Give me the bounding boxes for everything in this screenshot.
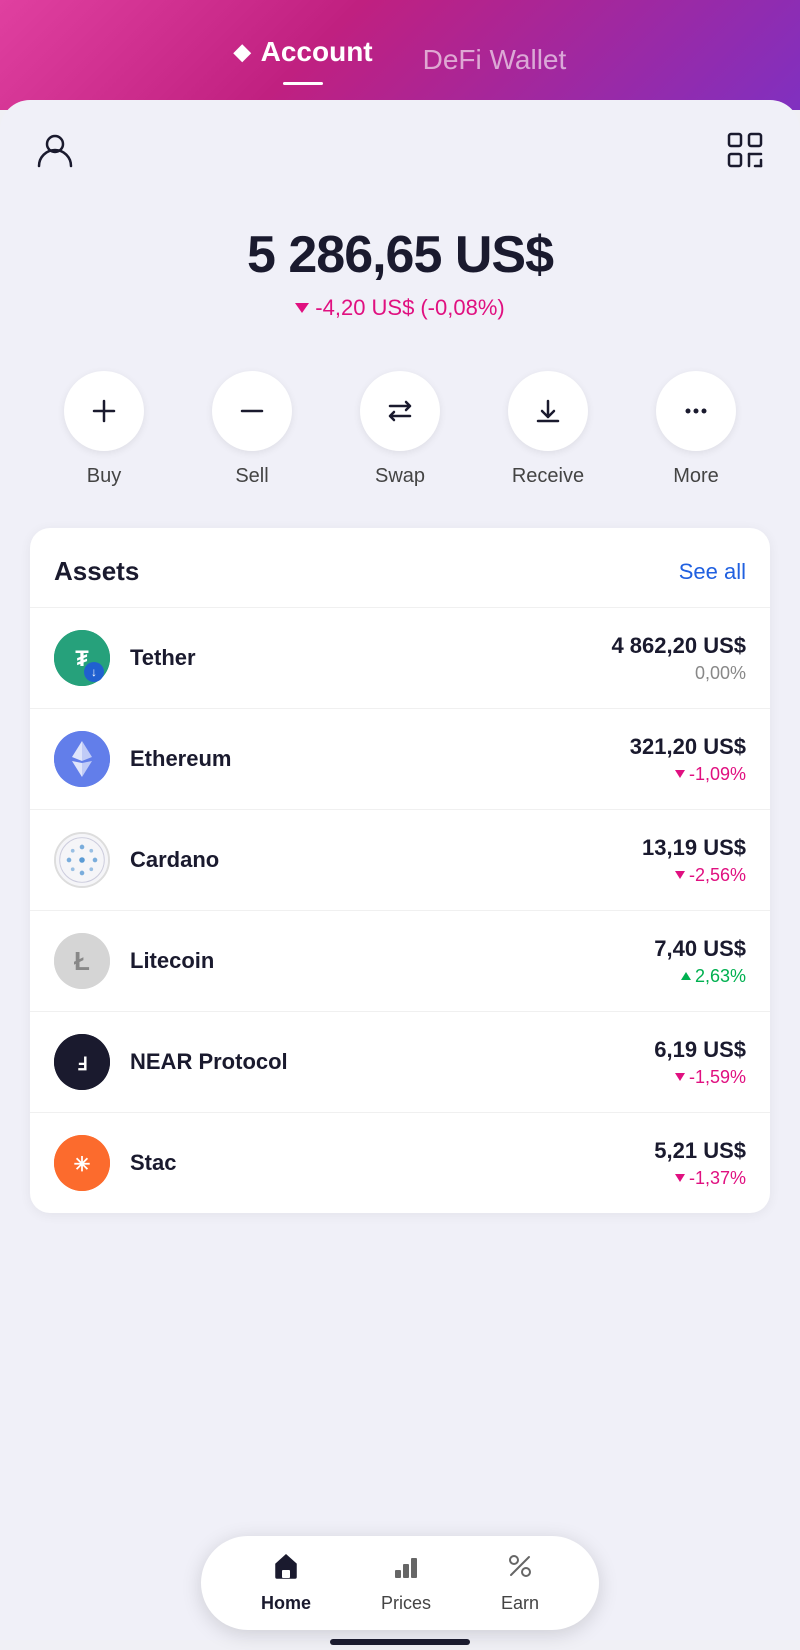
prices-icon	[392, 1552, 420, 1587]
eth-down-icon	[675, 770, 685, 778]
earn-label: Earn	[501, 1593, 539, 1614]
earn-icon	[506, 1552, 534, 1587]
action-buttons: Buy Sell Swap	[30, 361, 770, 528]
balance-change: -4,20 US$ (-0,08%)	[30, 295, 770, 321]
stx-down-icon	[675, 1174, 685, 1182]
ethereum-name: Ethereum	[130, 746, 630, 772]
scan-icon[interactable]	[725, 130, 765, 175]
asset-near[interactable]: Ⅎ NEAR Protocol 6,19 US$ -1,59%	[30, 1011, 770, 1112]
buy-button[interactable]: Buy	[64, 371, 144, 488]
stacks-name: Stac	[130, 1150, 654, 1176]
cardano-name: Cardano	[130, 847, 642, 873]
ethereum-logo	[54, 731, 110, 787]
litecoin-values: 7,40 US$ 2,63%	[654, 936, 746, 987]
stacks-values: 5,21 US$ -1,37%	[654, 1138, 746, 1189]
near-logo: Ⅎ	[54, 1034, 110, 1090]
tether-amount: 4 862,20 US$	[611, 633, 746, 659]
ltc-up-icon	[681, 972, 691, 980]
bottom-nav: Home Prices Earn	[0, 1520, 800, 1650]
top-bar	[30, 120, 770, 185]
buy-label: Buy	[87, 465, 121, 488]
balance-change-amount: -4,20 US$	[315, 295, 414, 321]
sell-button[interactable]: Sell	[212, 371, 292, 488]
near-amount: 6,19 US$	[654, 1037, 746, 1063]
stacks-logo: ✳	[54, 1135, 110, 1191]
home-indicator	[330, 1639, 470, 1645]
down-arrow-icon	[295, 303, 309, 313]
tether-change: 0,00%	[611, 663, 746, 684]
main-content: 5 286,65 US$ -4,20 US$ (-0,08%) Buy S	[0, 100, 800, 1640]
near-down-icon	[675, 1073, 685, 1081]
assets-title: Assets	[54, 556, 139, 587]
asset-stacks[interactable]: ✳ Stac 5,21 US$ -1,37%	[30, 1112, 770, 1213]
stacks-change: -1,37%	[654, 1168, 746, 1189]
account-tab[interactable]: ◆ Account	[234, 36, 373, 85]
swap-button[interactable]: Swap	[360, 371, 440, 488]
nav-home[interactable]: Home	[261, 1552, 311, 1614]
tether-name: Tether	[130, 645, 611, 671]
receive-button[interactable]: Receive	[508, 371, 588, 488]
cardano-amount: 13,19 US$	[642, 835, 746, 861]
svg-text:↓: ↓	[91, 665, 97, 679]
stacks-amount: 5,21 US$	[654, 1138, 746, 1164]
defi-tab-label: DeFi Wallet	[423, 44, 567, 76]
near-change: -1,59%	[654, 1067, 746, 1088]
balance-amount: 5 286,65 US$	[30, 225, 770, 285]
nav-pill: Home Prices Earn	[201, 1536, 599, 1630]
ethereum-values: 321,20 US$ -1,09%	[630, 734, 746, 785]
swap-label: Swap	[375, 465, 425, 488]
balance-section: 5 286,65 US$ -4,20 US$ (-0,08%)	[30, 205, 770, 361]
tether-logo: ₮ ↓	[54, 630, 110, 686]
asset-ethereum[interactable]: Ethereum 321,20 US$ -1,09%	[30, 708, 770, 809]
assets-section: Assets See all ₮ ↓ Tether 4 862,20 US$ 0…	[30, 528, 770, 1213]
nav-earn[interactable]: Earn	[501, 1552, 539, 1614]
litecoin-change: 2,63%	[654, 966, 746, 987]
ethereum-amount: 321,20 US$	[630, 734, 746, 760]
defi-wallet-tab[interactable]: DeFi Wallet	[423, 44, 567, 76]
svg-text:Ⅎ: Ⅎ	[77, 1054, 87, 1074]
asset-cardano[interactable]: Cardano 13,19 US$ -2,56%	[30, 809, 770, 910]
cardano-logo	[54, 832, 110, 888]
receive-label: Receive	[512, 465, 584, 488]
litecoin-name: Litecoin	[130, 948, 654, 974]
tether-values: 4 862,20 US$ 0,00%	[611, 633, 746, 684]
sell-label: Sell	[235, 465, 268, 488]
prices-label: Prices	[381, 1593, 431, 1614]
account-tab-label: Account	[261, 36, 373, 68]
more-button[interactable]: More	[656, 371, 736, 488]
diamond-icon: ◆	[234, 39, 251, 65]
near-values: 6,19 US$ -1,59%	[654, 1037, 746, 1088]
assets-header: Assets See all	[30, 528, 770, 607]
more-label: More	[673, 465, 719, 488]
home-label: Home	[261, 1593, 311, 1614]
nav-prices[interactable]: Prices	[381, 1552, 431, 1614]
ada-down-icon	[675, 871, 685, 879]
litecoin-amount: 7,40 US$	[654, 936, 746, 962]
ethereum-change: -1,09%	[630, 764, 746, 785]
litecoin-logo: Ł	[54, 933, 110, 989]
cardano-values: 13,19 US$ -2,56%	[642, 835, 746, 886]
balance-change-percent: (-0,08%)	[420, 295, 504, 321]
svg-text:✳: ✳	[74, 1154, 91, 1176]
near-name: NEAR Protocol	[130, 1049, 654, 1075]
home-icon	[272, 1552, 300, 1587]
app-header: ◆ Account DeFi Wallet	[0, 0, 800, 110]
asset-litecoin[interactable]: Ł Litecoin 7,40 US$ 2,63%	[30, 910, 770, 1011]
cardano-change: -2,56%	[642, 865, 746, 886]
asset-tether[interactable]: ₮ ↓ Tether 4 862,20 US$ 0,00%	[30, 607, 770, 708]
svg-text:Ł: Ł	[74, 946, 90, 976]
profile-icon[interactable]	[35, 130, 75, 175]
see-all-button[interactable]: See all	[679, 559, 746, 585]
